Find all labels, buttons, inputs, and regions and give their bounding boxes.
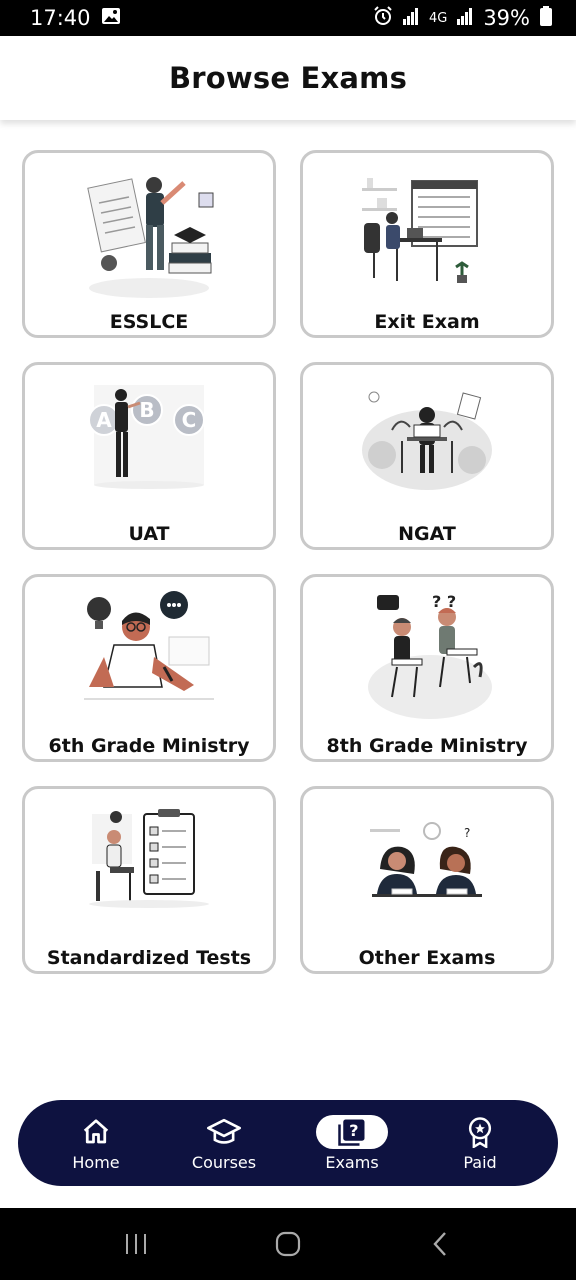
exam-card-label: 8th Grade Ministry (326, 735, 528, 757)
gallery-icon (101, 6, 121, 30)
alarm-icon (373, 5, 393, 31)
exam-card-other-exams[interactable]: ? Other Exams (300, 786, 554, 974)
network-type: 4G (428, 10, 448, 26)
exam-card-8th-grade-ministry[interactable]: ? ? 8th Grade Ministry (300, 574, 554, 762)
back-chevron-icon (433, 1232, 446, 1256)
system-navigation-bar (0, 1208, 576, 1280)
svg-text:C: C (182, 408, 197, 432)
exam-card-6th-grade-ministry[interactable]: 6th Grade Ministry (22, 574, 276, 762)
exam-card-standardized-tests[interactable]: Standardized Tests (22, 786, 276, 974)
exam-card-label: Standardized Tests (46, 947, 252, 969)
home-icon (83, 1118, 109, 1143)
nav-label: Exams (325, 1152, 379, 1172)
woman-laptop-illustration (362, 391, 492, 490)
signal-icon-2 (457, 6, 473, 30)
exam-card-ngat[interactable]: NGAT (300, 362, 554, 550)
home-system-button[interactable] (258, 1219, 318, 1269)
page-title: Browse Exams (168, 61, 408, 95)
checklist-illustration (89, 809, 209, 908)
nav-courses[interactable]: Courses (169, 1115, 279, 1172)
two-girls-thinking-illustration: ? (370, 822, 482, 897)
signal-icon (402, 6, 419, 30)
bottom-navigation: Home Courses ? Exams Paid (18, 1100, 558, 1186)
exam-card-exit-exam[interactable]: Exit Exam (300, 150, 554, 338)
battery-percent: 39% (483, 6, 530, 30)
battery-icon (540, 5, 552, 31)
exam-card-label: Other Exams (358, 947, 496, 969)
exam-card-esslce[interactable]: ESSLCE (22, 150, 276, 338)
nav-exams[interactable]: ? Exams (297, 1114, 407, 1172)
two-students-illustration: ? ? (368, 592, 492, 719)
recent-apps-icon (126, 1234, 146, 1254)
nav-home[interactable]: Home (41, 1115, 151, 1172)
exam-grid: ESSLCE Exit Exam A B C UAT NGAT 6th Grad… (22, 150, 554, 974)
nav-label: Paid (463, 1152, 497, 1172)
nav-paid[interactable]: Paid (425, 1115, 535, 1172)
exam-card-uat[interactable]: A B C UAT (22, 362, 276, 550)
exam-card-label: Exit Exam (374, 311, 480, 333)
student-writing-illustration (84, 591, 214, 700)
nav-label: Courses (191, 1152, 257, 1172)
svg-text:? ?: ? ? (432, 592, 456, 611)
question-doc-icon: ? (338, 1119, 365, 1146)
desk-computer-illustration (362, 178, 478, 283)
exam-card-label: ESSLCE (109, 311, 189, 333)
exam-card-label: 6th Grade Ministry (48, 735, 250, 757)
exam-card-label: NGAT (398, 523, 456, 545)
status-time: 17:40 (30, 6, 91, 30)
abc-choices-illustration: A B C (88, 385, 205, 489)
student-books-illustration (87, 177, 214, 298)
svg-text:?: ? (349, 1120, 358, 1139)
svg-text:?: ? (464, 826, 470, 840)
recent-apps-button[interactable] (106, 1219, 166, 1269)
graduation-cap-icon (207, 1118, 241, 1144)
back-button[interactable] (410, 1219, 470, 1269)
svg-text:B: B (139, 398, 154, 422)
exam-card-label: UAT (128, 523, 170, 545)
home-circle-icon (275, 1231, 301, 1257)
app-header: Browse Exams (0, 36, 576, 120)
badge-icon (468, 1116, 492, 1148)
status-bar: 17:40 4G 39% (0, 0, 576, 36)
svg-text:A: A (96, 408, 112, 432)
nav-label: Home (72, 1152, 120, 1172)
